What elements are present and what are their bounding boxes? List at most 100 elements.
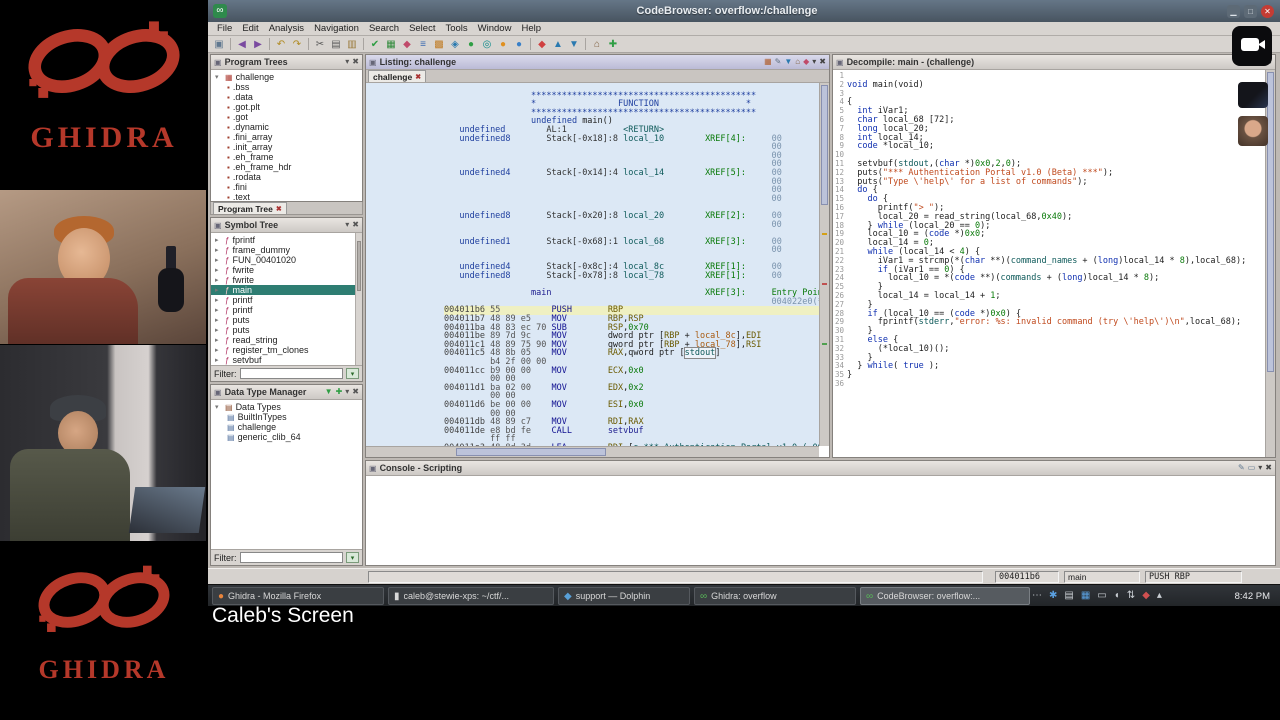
listing-tab-challenge[interactable]: challenge ✖: [368, 70, 426, 82]
close-icon[interactable]: ✖: [352, 58, 359, 66]
check-icon[interactable]: ✔: [368, 37, 382, 51]
tree-item-bss[interactable]: ▪.bss: [211, 82, 362, 92]
filter-icon[interactable]: ▼: [325, 388, 333, 396]
menu-tools[interactable]: Tools: [440, 23, 472, 34]
orange-ball-icon[interactable]: ●: [496, 37, 510, 51]
console-header[interactable]: ▣ Console - Scripting ✎▭▾✖: [366, 461, 1275, 476]
tree-item-fini[interactable]: ▪.fini: [211, 182, 362, 192]
scrollbar-thumb[interactable]: [456, 448, 606, 456]
tree-item-challenge[interactable]: ▤challenge: [211, 422, 362, 432]
menu-navigation[interactable]: Navigation: [309, 23, 364, 34]
decompiler-line[interactable]: 9 code *local_10;: [833, 142, 1265, 151]
symbol-setvbuf[interactable]: ▸ƒsetvbuf: [211, 355, 355, 365]
close-button[interactable]: ✕: [1261, 5, 1274, 18]
save-icon[interactable]: ▣: [212, 37, 226, 51]
decompiler-line[interactable]: 29 fprintf(stderr,"error: %s: invalid co…: [833, 318, 1265, 327]
listing-horizontal-scrollbar[interactable]: [366, 446, 819, 457]
redo-icon[interactable]: ↷: [290, 37, 304, 51]
decompiler-line[interactable]: 36: [833, 380, 1265, 389]
clock[interactable]: 8:42 PM: [1235, 585, 1270, 607]
close-icon[interactable]: ✖: [1265, 464, 1272, 472]
chevron-down-icon[interactable]: ▾: [812, 58, 816, 66]
listing-view[interactable]: ****************************************…: [366, 83, 819, 446]
listing-row[interactable]: 00: [444, 221, 819, 230]
symbol-fun-00401020[interactable]: ▸ƒFUN_00401020: [211, 255, 355, 265]
symbol-filter-input[interactable]: [240, 368, 344, 379]
decompiler-line[interactable]: 24 local_10 = *(code **)(commands + (lon…: [833, 274, 1265, 283]
menu-file[interactable]: File: [212, 23, 237, 34]
plus-icon[interactable]: ✚: [606, 37, 620, 51]
function-graph-icon[interactable]: ◈: [448, 37, 462, 51]
symbol-puts[interactable]: ▸ƒputs: [211, 325, 355, 335]
tab-close-icon[interactable]: ✖: [276, 205, 282, 213]
filter-options-icon[interactable]: ▾: [346, 552, 359, 563]
filter-options-icon[interactable]: ▾: [346, 368, 359, 379]
decompiler-line[interactable]: 34 } while( true );: [833, 362, 1265, 371]
menu-window[interactable]: Window: [473, 23, 517, 34]
decompiler-line[interactable]: 13 puts("Type \'help\' for a list of com…: [833, 178, 1265, 187]
tree-item-got[interactable]: ▪.got: [211, 112, 362, 122]
listing-header[interactable]: ▣ Listing: challenge ▦✎▼⌂◆▾✖: [366, 55, 829, 70]
tree-item-rodata[interactable]: ▪.rodata: [211, 172, 362, 182]
tree-item-init-array[interactable]: ▪.init_array: [211, 142, 362, 152]
diamond-icon[interactable]: ◆: [535, 37, 549, 51]
app-grid-icon[interactable]: ▦: [1081, 591, 1090, 601]
listing-row[interactable]: undefined8 Stack[-0x78]:8 local_78 XREF[…: [444, 272, 819, 281]
symbol-puts[interactable]: ▸ƒputs: [211, 315, 355, 325]
close-icon[interactable]: ✖: [352, 221, 359, 229]
decompiler-line[interactable]: 3: [833, 90, 1265, 99]
tree-item-eh-frame[interactable]: ▪.eh_frame: [211, 152, 362, 162]
script-manager-icon[interactable]: ●: [464, 37, 478, 51]
chevron-down-icon[interactable]: ▾: [345, 388, 349, 396]
home-icon[interactable]: ⌂: [795, 58, 800, 66]
security-icon[interactable]: ◆: [1142, 591, 1150, 601]
home-icon[interactable]: ⌂: [590, 37, 604, 51]
new-archive-icon[interactable]: ✚: [336, 388, 343, 396]
cut-icon[interactable]: ✂: [313, 37, 327, 51]
globe-icon[interactable]: ◎: [480, 37, 494, 51]
close-icon[interactable]: ✖: [352, 388, 359, 396]
program-trees-header[interactable]: ▣ Program Trees ▾✖: [211, 55, 362, 70]
window-titlebar[interactable]: ∞ CodeBrowser: overflow:/challenge ▁□✕: [208, 0, 1280, 22]
maximize-button[interactable]: □: [1244, 5, 1257, 18]
tab-close-icon[interactable]: ✖: [415, 73, 421, 81]
listing-vertical-scrollbar[interactable]: [819, 83, 829, 446]
bookmark-icon[interactable]: ◆: [400, 37, 414, 51]
symbol-fprintf[interactable]: ▸ƒfprintf: [211, 235, 355, 245]
overflow-menu-icon[interactable]: ⋯: [1032, 591, 1042, 601]
panel-up-icon[interactable]: ▴: [1157, 591, 1162, 601]
paste-icon[interactable]: ▥: [345, 37, 359, 51]
console-output[interactable]: [366, 476, 1275, 565]
symbol-frame-dummy[interactable]: ▸ƒframe_dummy: [211, 245, 355, 255]
chevron-down-icon[interactable]: ▾: [345, 58, 349, 66]
undo-icon[interactable]: ↶: [274, 37, 288, 51]
decompiler-line[interactable]: 35}: [833, 371, 1265, 380]
minimize-button[interactable]: ▁: [1227, 5, 1240, 18]
symbol-register-tm-clones[interactable]: ▸ƒregister_tm_clones: [211, 345, 355, 355]
memory-map-icon[interactable]: ▦: [384, 37, 398, 51]
edit-icon[interactable]: ✎: [1238, 464, 1245, 472]
code-listing-icon[interactable]: ≡: [416, 37, 430, 51]
up-arrow-icon[interactable]: ▲: [551, 37, 565, 51]
volume-icon[interactable]: ◖: [1114, 591, 1120, 601]
menu-select[interactable]: Select: [404, 23, 440, 34]
diff-icon[interactable]: ◆: [803, 58, 809, 66]
program-tree-tab[interactable]: Program Tree ✖: [213, 202, 287, 214]
decompiler-header[interactable]: ▣ Decompile: main - (challenge) ↻▤▾✖: [833, 55, 1275, 70]
down-arrow-icon[interactable]: ▼: [567, 37, 581, 51]
data-type-manager-header[interactable]: ▣ Data Type Manager ▼✚▾✖: [211, 385, 362, 400]
taskbar-item-ghidra-overfl[interactable]: ∞Ghidra: overflow: [694, 587, 856, 605]
edit-icon[interactable]: ✎: [775, 58, 782, 66]
scrollbar-thumb[interactable]: [1267, 72, 1274, 372]
blue-ball-icon[interactable]: ●: [512, 37, 526, 51]
decompiler-view[interactable]: 12void main(void)34{5 int iVar1;6 char l…: [833, 70, 1265, 457]
back-icon[interactable]: ◀: [235, 37, 249, 51]
listing-row[interactable]: 00: [444, 246, 819, 255]
scrollbar-thumb[interactable]: [821, 85, 828, 205]
symbol-main[interactable]: ▸ƒmain: [211, 285, 355, 295]
tree-item-eh-frame-hdr[interactable]: ▪.eh_frame_hdr: [211, 162, 362, 172]
taskbar-item-ghidra-mozil[interactable]: ●Ghidra - Mozilla Firefox: [212, 587, 384, 605]
forward-icon[interactable]: ▶: [251, 37, 265, 51]
decompiler-line[interactable]: 32 (*local_10)();: [833, 345, 1265, 354]
chevron-down-icon[interactable]: ▾: [345, 221, 349, 229]
